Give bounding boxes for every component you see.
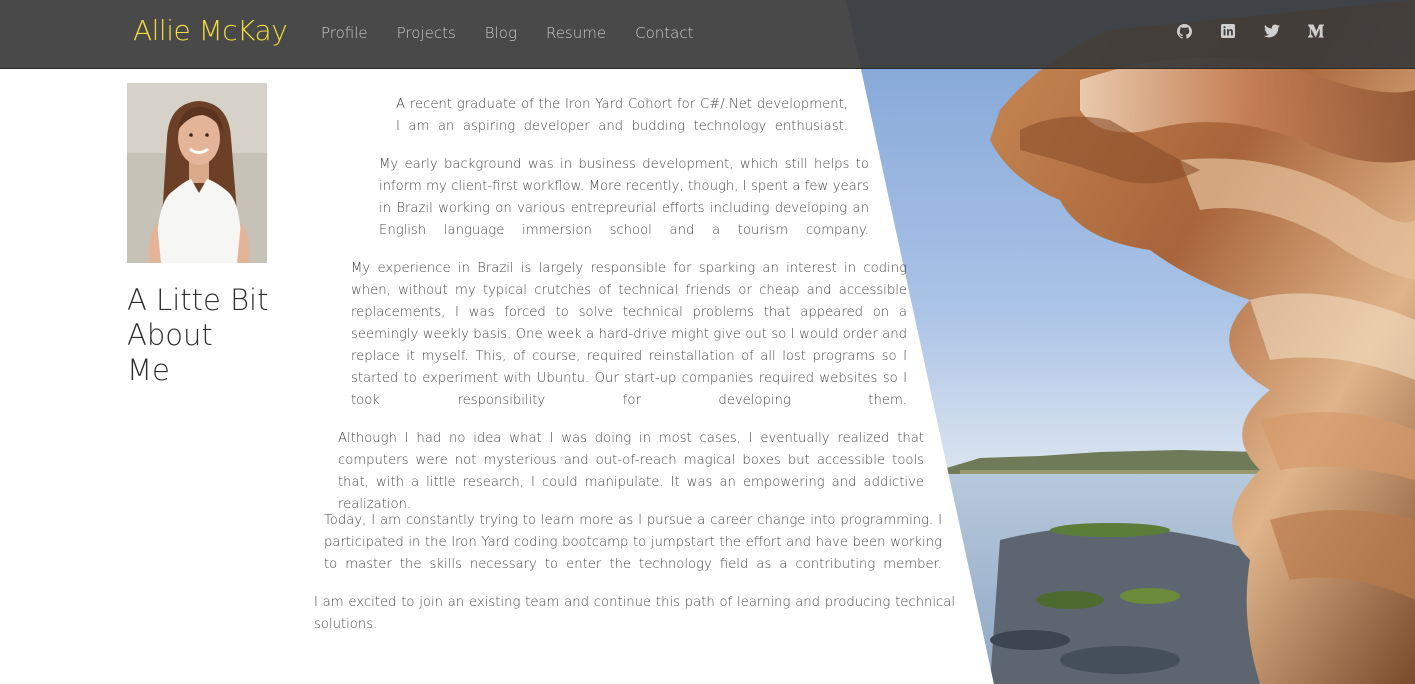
top-navbar: Allie McKay Profile Projects Blog Resume… <box>0 0 1415 69</box>
about-paragraph: My early background was in business deve… <box>379 157 869 238</box>
nav-link-resume[interactable]: Resume <box>546 24 606 42</box>
twitter-icon[interactable] <box>1263 22 1281 40</box>
about-paragraph: A recent graduate of the Iron Yard Cohor… <box>396 97 848 134</box>
about-heading-line-2: About <box>127 318 213 352</box>
nav-link-profile[interactable]: Profile <box>321 24 368 42</box>
about-heading: A Litte Bit About Me <box>127 283 297 388</box>
about-paragraph: My experience in Brazil is largely respo… <box>351 261 907 408</box>
about-paragraph: Today, I am constantly trying to learn m… <box>324 513 942 572</box>
brand-logo-link[interactable]: Allie McKay <box>133 14 288 47</box>
nav-link-contact[interactable]: Contact <box>635 24 693 42</box>
github-icon[interactable] <box>1175 22 1193 40</box>
social-links <box>1149 22 1325 40</box>
medium-icon[interactable] <box>1307 22 1325 40</box>
about-heading-line-3: Me <box>127 353 170 387</box>
about-heading-line-1: A Litte Bit <box>127 283 269 317</box>
nav-link-projects[interactable]: Projects <box>397 24 456 42</box>
profile-photo <box>127 83 267 263</box>
linkedin-icon[interactable] <box>1219 22 1237 40</box>
nav-link-blog[interactable]: Blog <box>485 24 517 42</box>
main-nav: Profile Projects Blog Resume Contact <box>321 24 722 42</box>
about-paragraph: I am excited to join an existing team an… <box>314 595 955 632</box>
